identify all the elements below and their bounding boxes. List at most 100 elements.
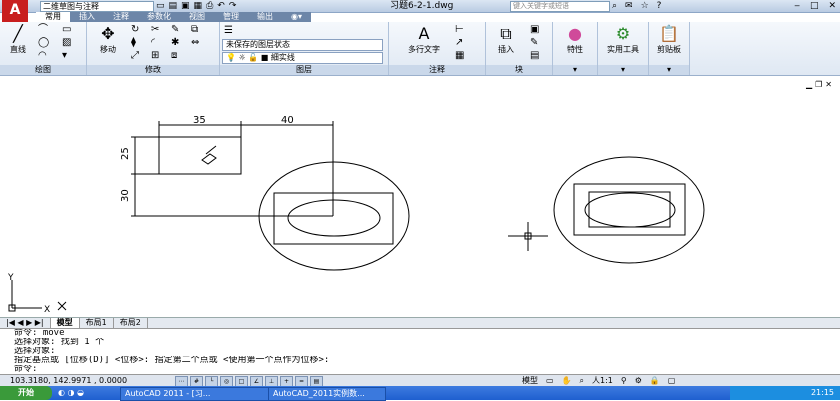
tab-layout2[interactable]: 布局2 — [114, 318, 148, 328]
inner-ellipse-right[interactable] — [584, 192, 676, 228]
clean-screen-icon[interactable]: ▢ — [668, 375, 676, 386]
layer-color-swatch: ■ — [260, 53, 269, 62]
tab-view[interactable]: 视图 — [180, 12, 214, 22]
current-layer-dropdown[interactable]: 💡 ☼ 🔓 ■ 細实线 — [222, 52, 383, 64]
ribbon-toggle-button[interactable]: ◉▾ — [282, 12, 311, 22]
drawing-canvas[interactable]: ▁ ❐ ✕ 35 40 25 30 Y X — [0, 76, 840, 317]
trim-icon[interactable]: ✂ — [151, 24, 159, 35]
polyline-icon[interactable]: ⌒ — [38, 24, 48, 35]
pan-icon[interactable]: ✋ — [562, 375, 572, 386]
workspace-switch-icon[interactable]: ⚙ — [635, 375, 642, 386]
utilities-button[interactable]: ⚙ 实用工具 — [600, 24, 646, 55]
utilities-icon: ⚙ — [615, 24, 631, 43]
mirror-icon[interactable]: ⧫ — [131, 37, 136, 48]
circle-icon[interactable]: ◯ — [38, 37, 49, 48]
rotate-icon[interactable]: ↻ — [131, 24, 139, 35]
tab-insert[interactable]: 插入 — [70, 12, 104, 22]
command-window[interactable]: 命令: move 选择对象: 找到 1 个 选择对象: 指定基点或 [位移(D)… — [0, 328, 840, 374]
redo-icon[interactable]: ↷ — [229, 0, 237, 12]
minimize-button[interactable]: ‒ — [794, 0, 800, 12]
layer-properties-icon[interactable]: ☰ — [224, 25, 233, 36]
edit-block-icon[interactable]: ✎ — [530, 37, 538, 48]
search-input[interactable]: 键入关键字或短语 — [510, 1, 610, 12]
taskbar-item-autocad[interactable]: AutoCAD 2011 - [习... — [120, 387, 271, 401]
taskbar-item-examples[interactable]: AutoCAD_2011实例数... — [268, 387, 386, 401]
mtext-label: 多行文字 — [408, 45, 440, 54]
insert-button[interactable]: ⧉ 插入 — [488, 24, 524, 55]
layer-state-dropdown[interactable]: 未保存的图层状态 — [222, 39, 383, 51]
dimension-35: 35 — [193, 115, 206, 126]
start-button[interactable]: 开始 — [0, 386, 52, 400]
table-icon[interactable]: ▦ — [455, 50, 464, 61]
tab-layout1[interactable]: 布局1 — [80, 318, 114, 328]
model-space-toggle[interactable]: 模型 — [522, 375, 538, 386]
zoom-icon[interactable]: ⌕ — [580, 375, 584, 386]
properties-button[interactable]: ● 特性 — [557, 24, 593, 55]
layout-icon[interactable]: ▭ — [546, 375, 554, 386]
maximize-button[interactable]: □ — [810, 0, 819, 12]
inner-ellipse-left[interactable] — [287, 199, 381, 237]
quick-launch-icons[interactable]: ◐ ◑ ◒ — [58, 386, 84, 400]
rectangle-icon[interactable]: ▭ — [62, 24, 71, 35]
stretch-icon[interactable]: ⇔ — [191, 37, 199, 48]
leader-icon[interactable]: ↗ — [455, 37, 463, 48]
ribbon-tabs: 常用 插入 注释 参数化 视图 管理 输出 ◉▾ — [36, 12, 311, 22]
coordinates-readout[interactable]: 103.3180, 142.9971 , 0.0000 — [10, 375, 127, 386]
explode-icon[interactable]: ✱ — [171, 37, 179, 48]
copy-icon[interactable]: ⧉ — [191, 24, 198, 35]
tab-parametric[interactable]: 参数化 — [138, 12, 180, 22]
clipboard-button[interactable]: 📋 剪贴板 — [651, 24, 687, 55]
tab-home[interactable]: 常用 — [36, 12, 70, 22]
workspace-dropdown[interactable]: 二维草图与注释 — [40, 1, 154, 12]
lock-ui-icon[interactable]: 🔒 — [650, 375, 660, 386]
draw-more-icon[interactable]: ▾ — [62, 50, 67, 61]
help-icon[interactable]: ? — [657, 0, 662, 12]
source-rectangle[interactable] — [158, 136, 242, 175]
close-button[interactable]: ✕ — [828, 0, 836, 12]
search-icon[interactable]: ⌕ — [612, 0, 617, 12]
clock[interactable]: 21:15 — [811, 386, 834, 400]
annotation-visibility-icon[interactable]: ⚲ — [621, 375, 627, 386]
communication-icon[interactable]: ✉ — [625, 0, 633, 12]
utilities-panel-dropdown[interactable]: ▾ — [598, 65, 648, 75]
create-block-icon[interactable]: ▣ — [530, 24, 539, 35]
save-icon[interactable]: ▣ — [181, 0, 190, 12]
saveas-icon[interactable]: ▦ — [194, 0, 203, 12]
undo-icon[interactable]: ↶ — [217, 0, 225, 12]
modify-panel-label[interactable]: 修改 — [87, 65, 219, 75]
hatch-icon[interactable]: ▨ — [62, 37, 71, 48]
line-button[interactable]: ╱ 直线 — [4, 24, 32, 55]
print-icon[interactable]: ⎙ — [206, 0, 213, 12]
draw-panel-label[interactable]: 绘图 — [0, 65, 86, 75]
system-tray: 21:15 — [730, 386, 840, 400]
block-attribute-icon[interactable]: ▤ — [530, 50, 539, 61]
open-icon[interactable]: ▤ — [169, 0, 178, 12]
arc-icon[interactable]: ◠ — [38, 50, 47, 61]
tab-manage[interactable]: 管理 — [214, 12, 248, 22]
fillet-icon[interactable]: ◜ — [151, 37, 155, 48]
outer-circle-right[interactable] — [553, 156, 705, 264]
application-menu-button[interactable]: A — [2, 0, 28, 22]
layers-panel-label[interactable]: 图层 — [220, 65, 388, 75]
new-icon[interactable]: ▭ — [156, 0, 165, 12]
move-button[interactable]: ✥ 移动 — [93, 24, 123, 55]
offset-icon[interactable]: ⧈ — [171, 50, 177, 61]
command-prompt[interactable]: 命令: — [0, 365, 840, 374]
layout-nav-icon[interactable]: |◀ ◀ ▶ ▶| — [0, 318, 51, 328]
mtext-button[interactable]: A 多行文字 — [399, 24, 449, 55]
tab-annotate[interactable]: 注释 — [104, 12, 138, 22]
tab-output[interactable]: 输出 — [248, 12, 282, 22]
dimension-icon[interactable]: ⊢ — [455, 24, 464, 35]
annotation-panel-label[interactable]: 注释 — [389, 65, 485, 75]
ucs-x-label: X — [44, 305, 50, 315]
properties-panel-dropdown[interactable]: ▾ — [553, 65, 597, 75]
block-panel-label[interactable]: 块 — [486, 65, 552, 75]
line-label: 直线 — [10, 45, 26, 54]
annotation-scale[interactable]: 人1:1 — [592, 375, 613, 386]
clipboard-panel-dropdown[interactable]: ▾ — [649, 65, 689, 75]
erase-icon[interactable]: ✎ — [171, 24, 179, 35]
favorites-icon[interactable]: ☆ — [641, 0, 649, 12]
tab-model[interactable]: 模型 — [50, 318, 80, 328]
scale-icon[interactable]: ⤢ — [131, 50, 139, 61]
array-icon[interactable]: ⊞ — [151, 50, 159, 61]
